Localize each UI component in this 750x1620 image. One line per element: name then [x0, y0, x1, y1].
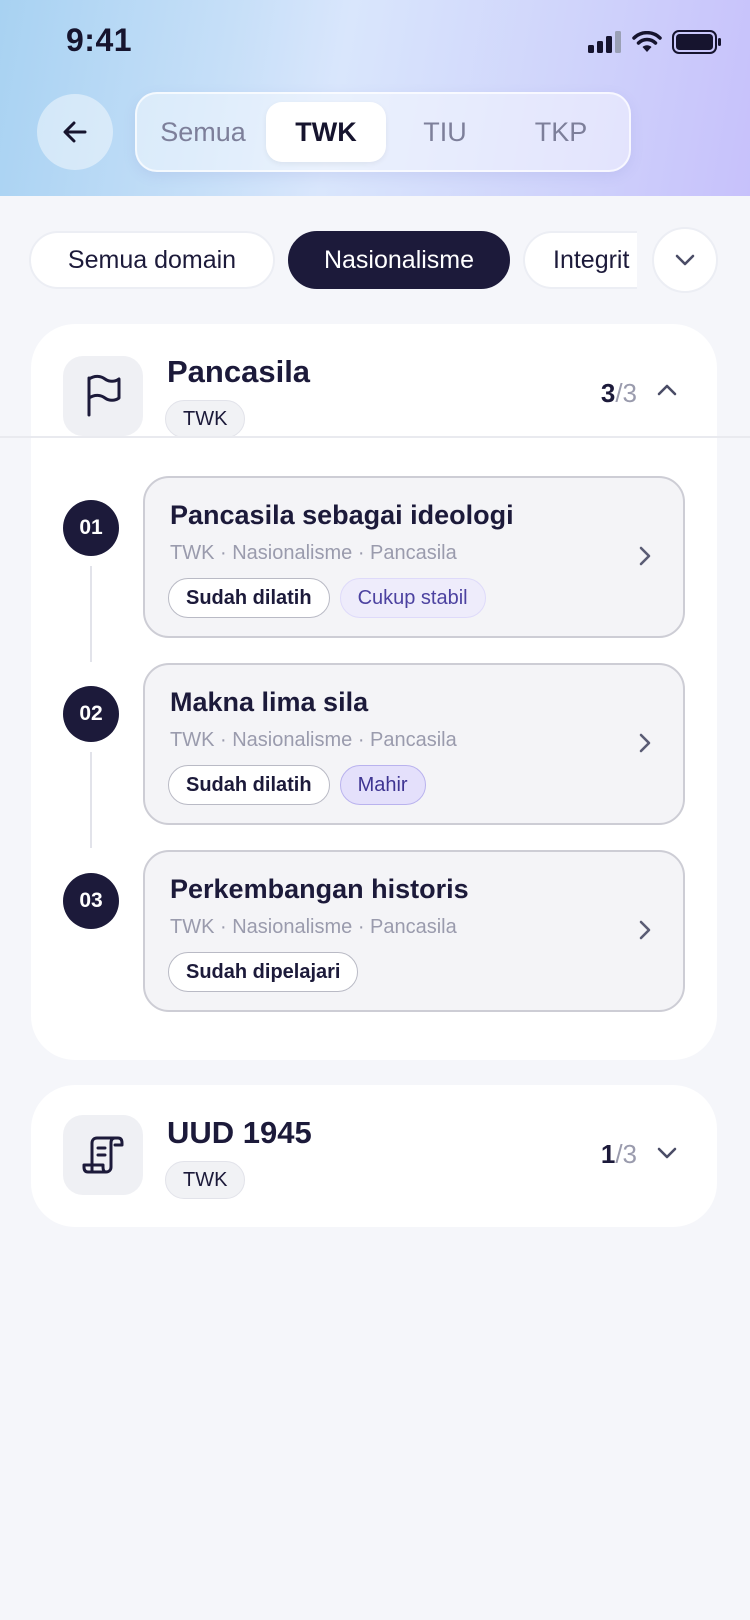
divider: [0, 436, 750, 438]
timeline-connector: [90, 566, 92, 662]
topic-header[interactable]: Pancasila TWK 3/3: [31, 324, 717, 468]
lesson-number: 01: [63, 500, 119, 556]
mastery-badge: Mahir: [339, 765, 426, 805]
topic-icon-box: [63, 1115, 143, 1195]
topic-tag: TWK: [165, 400, 246, 438]
chevron-down-icon[interactable]: [655, 1145, 679, 1161]
lesson-breadcrumb: TWK · Nasionalisme · Pancasila: [170, 729, 457, 751]
chevron-up-icon[interactable]: [655, 382, 679, 398]
topic-progress-done: 3: [600, 378, 616, 408]
back-button[interactable]: [37, 94, 113, 170]
header: 9:41 Semua TWK TIU TKP: [0, 0, 750, 196]
topic-progress-total: /3: [615, 378, 637, 408]
tab-tiu[interactable]: TIU: [389, 102, 501, 162]
topic-icon-box: [63, 356, 143, 436]
chip-nasionalisme[interactable]: Nasionalisme: [288, 231, 510, 289]
topic-progress: 3/3: [601, 378, 637, 409]
lesson-card[interactable]: Makna lima sila TWK · Nasionalisme · Pan…: [143, 663, 685, 825]
topic-tag: TWK: [165, 1161, 246, 1199]
wifi-icon: [632, 31, 662, 52]
tab-tkp[interactable]: TKP: [505, 102, 617, 162]
mastery-badge: Cukup stabil: [339, 578, 486, 618]
category-segmented-control: Semua TWK TIU TKP: [135, 92, 631, 172]
chevron-down-icon: [675, 254, 695, 266]
lesson-badges: Sudah dipelajari: [168, 952, 359, 992]
topic-progress: 1/3: [601, 1139, 637, 1170]
topic-title: UUD 1945: [167, 1115, 312, 1150]
lesson-badges: Sudah dilatih Mahir: [168, 765, 426, 805]
status-icons: [588, 30, 722, 54]
topic-progress-done: 1: [600, 1139, 616, 1169]
lesson-badges: Sudah dilatih Cukup stabil: [168, 578, 486, 618]
chip-integritas[interactable]: Integrit: [523, 231, 637, 289]
lesson-number: 02: [63, 686, 119, 742]
timeline-connector: [90, 752, 92, 848]
status-time: 9:41: [66, 22, 133, 58]
practice-status-badge: Sudah dipelajari: [168, 952, 359, 992]
scroll-icon: [82, 1136, 124, 1174]
status-bar: 9:41: [0, 0, 750, 84]
lesson-card[interactable]: Pancasila sebagai ideologi TWK · Nasiona…: [143, 476, 685, 638]
lesson-title: Makna lima sila: [170, 687, 369, 717]
lesson-title: Pancasila sebagai ideologi: [170, 500, 514, 530]
chevron-right-icon: [639, 733, 651, 753]
arrow-left-icon: [63, 121, 87, 143]
lesson-breadcrumb: TWK · Nasionalisme · Pancasila: [170, 916, 457, 938]
lesson-breadcrumb: TWK · Nasionalisme · Pancasila: [170, 542, 457, 564]
signal-icon: [588, 31, 621, 53]
flag-icon: [87, 374, 121, 417]
topic-card-uud-1945: UUD 1945 TWK 1/3: [31, 1085, 717, 1227]
domain-dropdown-button[interactable]: [652, 227, 718, 293]
topic-title: Pancasila: [167, 354, 311, 389]
battery-icon: [672, 30, 721, 54]
practice-status-badge: Sudah dilatih: [168, 578, 330, 618]
chevron-right-icon: [639, 546, 651, 566]
chevron-right-icon: [639, 920, 651, 940]
topic-progress-total: /3: [615, 1139, 637, 1169]
tab-semua[interactable]: Semua: [147, 102, 259, 162]
domain-filter-chips: Semua domain Nasionalisme Integrit: [0, 226, 750, 296]
lesson-number: 03: [63, 873, 119, 929]
tab-twk[interactable]: TWK: [266, 102, 386, 162]
lesson-title: Perkembangan historis: [170, 874, 469, 904]
topic-header[interactable]: UUD 1945 TWK 1/3: [31, 1085, 717, 1229]
chip-semua-domain[interactable]: Semua domain: [29, 231, 275, 289]
lesson-card[interactable]: Perkembangan historis TWK · Nasionalisme…: [143, 850, 685, 1012]
practice-status-badge: Sudah dilatih: [168, 765, 330, 805]
